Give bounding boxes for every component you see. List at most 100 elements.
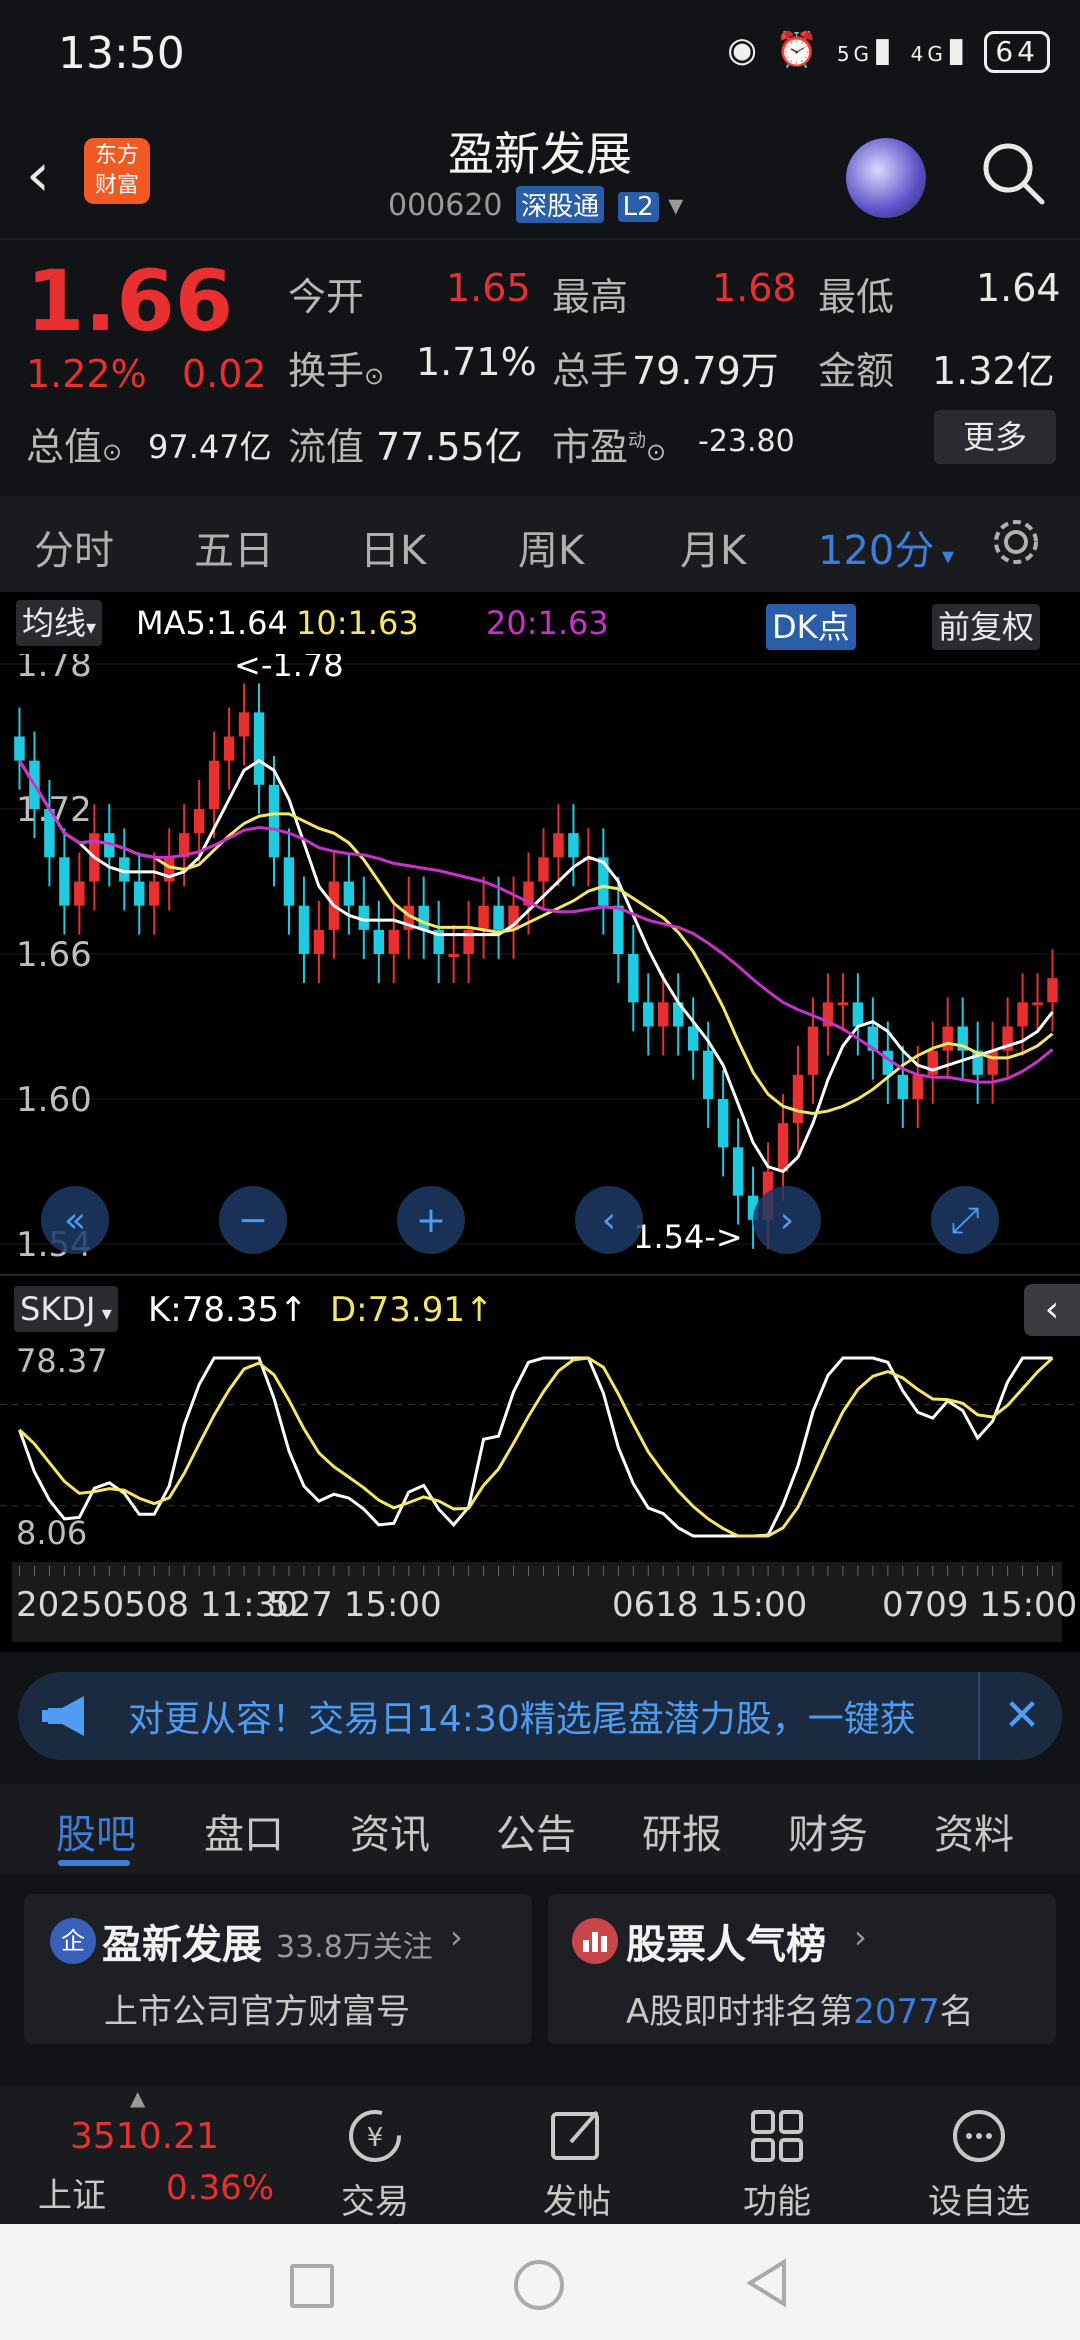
nav-watchlist-label: 设自选	[928, 2182, 1030, 2222]
fullscreen-glyph: ⤢	[951, 1200, 980, 1241]
ma5-legend: MA5:1.64	[136, 604, 288, 642]
ma10-line	[18, 759, 1054, 1116]
candle	[59, 857, 70, 906]
close-icon[interactable]: ✕	[978, 1672, 1062, 1760]
candle	[1017, 1002, 1028, 1027]
svg-text:¥: ¥	[367, 2123, 384, 2153]
tab-pankou[interactable]: 盘口	[204, 1802, 284, 1860]
stock-code-line[interactable]: 000620 深股通 L2 ▾	[388, 186, 683, 223]
high-annotation: <-1.78	[234, 654, 344, 684]
tab-profile[interactable]: 资料	[934, 1802, 1014, 1860]
turnover-label[interactable]: 换手⊙	[288, 340, 384, 395]
pe-value: -23.80	[698, 424, 795, 459]
high-label: 最高	[552, 275, 629, 319]
company-followers: 33.8万关注	[276, 1930, 433, 1965]
nav-post[interactable]: 发帖	[502, 2104, 652, 2223]
mcap-label[interactable]: 总值⊙	[26, 416, 122, 471]
zoom-in-glyph: +	[416, 1200, 446, 1241]
section-tabs: 股吧 盘口 资讯 公告 研报 财务 资料	[0, 1784, 1080, 1874]
low-value: 1.64	[976, 266, 1061, 310]
home-icon[interactable]	[514, 2260, 564, 2310]
zoom-out-button[interactable]: −	[219, 1186, 287, 1254]
tab-news[interactable]: 资讯	[350, 1802, 430, 1860]
collapse-panel-icon[interactable]: ‹	[1024, 1284, 1080, 1336]
candle	[538, 857, 549, 882]
pe-label[interactable]: 市盈动⊙	[552, 416, 666, 471]
more-button[interactable]: 更多	[934, 410, 1056, 464]
ma-toggle-button[interactable]: 均线▾	[16, 600, 103, 646]
eye-icon: ◉	[727, 30, 761, 70]
tab-intraday[interactable]: 分时	[34, 518, 114, 576]
nav-add-watchlist[interactable]: 设自选	[904, 2104, 1054, 2223]
candle	[987, 1050, 998, 1075]
candle	[792, 1074, 804, 1124]
enterprise-badge-icon: 企	[50, 1918, 96, 1964]
price-tick-label: 1.78	[16, 654, 92, 685]
tab-weekly-k[interactable]: 周K	[518, 518, 584, 576]
tab-monthly-k[interactable]: 月K	[680, 518, 746, 576]
candle	[134, 881, 145, 906]
adjust-button[interactable]: 前复权	[932, 604, 1041, 650]
tab-announcements[interactable]: 公告	[496, 1802, 576, 1860]
tab-guba[interactable]: 股吧	[56, 1802, 136, 1860]
back-nav-icon[interactable]	[744, 2258, 788, 2312]
search-icon[interactable]	[978, 138, 1048, 212]
mcap-value: 97.47亿	[148, 428, 272, 466]
chevron-right-icon: ›	[450, 1918, 463, 1956]
price-tick-label: 1.60	[16, 1080, 92, 1120]
candle	[223, 736, 235, 761]
tab-120min[interactable]: 120分 ▾	[818, 518, 954, 576]
tab-five-day[interactable]: 五日	[194, 518, 274, 576]
tab-120min-label: 120分	[818, 528, 935, 574]
assistant-avatar[interactable]	[846, 138, 926, 218]
active-tab-indicator	[58, 1860, 130, 1866]
pe-label-text: 市盈	[552, 425, 629, 469]
info-icon: ⊙	[646, 438, 667, 466]
turnover-value: 1.71%	[416, 340, 537, 384]
indicator-select[interactable]: SKDJ ▾	[14, 1286, 118, 1332]
recents-icon[interactable]	[290, 2264, 334, 2308]
volume-value: 79.79万	[632, 349, 779, 393]
candle	[193, 809, 205, 834]
promo-banner[interactable]: 对更从容！交易日14:30精选尾盘潜力股，一键获 ✕	[18, 1672, 1062, 1760]
low-annotation: 1.54->	[633, 1218, 743, 1256]
kdj-tick-label: 8.06	[16, 1514, 87, 1552]
float-value: 77.55亿	[376, 425, 523, 469]
popularity-card[interactable]: 股票人气榜 › A股即时排名第2077名	[548, 1894, 1056, 2044]
candle	[253, 712, 265, 785]
fast-back-button[interactable]: «	[41, 1186, 109, 1254]
mcap-label-text: 总值	[26, 425, 103, 469]
candle	[268, 784, 280, 858]
candlestick-chart[interactable]: 1.781.721.661.601.54<-1.781.54->«−+‹›⤢	[0, 654, 1080, 1274]
status-icons: ◉ ⏰ 5G▮ 4G▮ 64	[727, 30, 1050, 73]
nav-functions[interactable]: 功能	[702, 2104, 852, 2223]
tab-research[interactable]: 研报	[642, 1802, 722, 1860]
zoom-in-button[interactable]: +	[397, 1186, 465, 1254]
trade-icon: ¥	[349, 2110, 401, 2162]
candle	[613, 905, 624, 954]
grid-icon	[751, 2110, 803, 2162]
nav-trade[interactable]: ¥ 交易	[300, 2104, 450, 2223]
status-bar: 13:50 ◉ ⏰ 5G▮ 4G▮ 64	[0, 0, 1080, 110]
current-price: 1.66	[26, 252, 234, 350]
gear-icon[interactable]	[988, 514, 1044, 574]
candle	[1032, 1002, 1043, 1006]
candle	[448, 954, 459, 957]
time-axis: 20250508 11:30527 15:00 0618 15:00 0709 15…	[12, 1562, 1077, 1642]
chevron-right-icon: ›	[854, 1918, 867, 1956]
tab-daily-k[interactable]: 日K	[360, 518, 426, 576]
dk-point-button[interactable]: DK点	[766, 604, 856, 650]
next-button[interactable]: ›	[753, 1186, 821, 1254]
fullscreen-button[interactable]: ⤢	[931, 1186, 999, 1254]
banner-text: 对更从容！交易日14:30精选尾盘潜力股，一键获	[128, 1699, 916, 1740]
x-tick-label: 0618 15:00	[612, 1585, 807, 1625]
prev-button[interactable]: ‹	[575, 1186, 643, 1254]
x-tick-label: 527 15:00	[268, 1585, 442, 1625]
tab-financials[interactable]: 财务	[788, 1802, 868, 1860]
up-arrow-icon: ↑	[464, 1290, 494, 1330]
company-card[interactable]: 企 盈新发展 33.8万关注 › 上市公司官方财富号	[24, 1894, 532, 2044]
index-ticker[interactable]: 3510.21 上证 0.36%	[26, 2088, 274, 2218]
high-value: 1.68	[712, 266, 797, 310]
edit-icon	[551, 2110, 599, 2160]
index-change: 0.36%	[166, 2168, 275, 2208]
